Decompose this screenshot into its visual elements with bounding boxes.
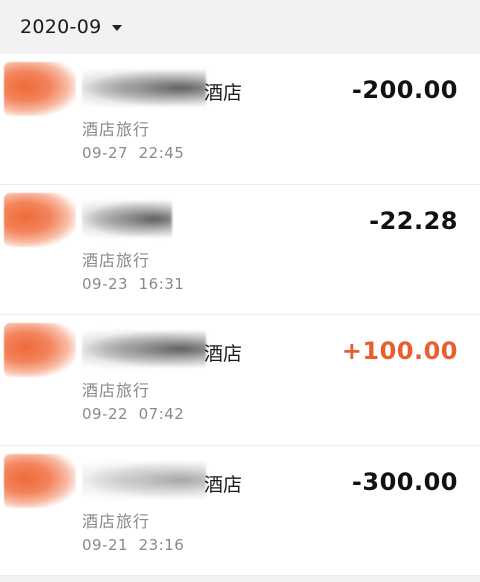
transaction-amount: -200.00 xyxy=(351,76,458,104)
redacted-merchant-name xyxy=(82,460,206,500)
redacted-merchant-name xyxy=(82,329,206,369)
transaction-datetime: 09-21 23:16 xyxy=(82,536,185,554)
merchant-avatar xyxy=(4,454,76,508)
merchant-name-suffix: 酒店 xyxy=(204,474,243,496)
merchant-avatar xyxy=(4,323,76,377)
merchant-name-suffix: 酒店 xyxy=(204,343,243,365)
transaction-category: 酒店旅行 xyxy=(82,251,151,270)
transaction-amount: -300.00 xyxy=(351,468,458,496)
merchant-avatar xyxy=(4,193,76,247)
month-selector[interactable]: 2020-09 xyxy=(0,0,480,54)
caret-down-icon xyxy=(111,25,122,31)
transaction-row[interactable]: 酒店 酒店旅行 09-22 07:42 +100.00 xyxy=(0,315,480,446)
transaction-row[interactable]: 酒店 酒店旅行 09-27 22:45 -200.00 xyxy=(0,54,480,185)
month-label: 2020-09 xyxy=(20,16,102,38)
merchant-name-suffix: 酒店 xyxy=(204,82,243,104)
bottom-divider xyxy=(0,576,480,582)
merchant-avatar xyxy=(4,62,76,116)
transaction-datetime: 09-27 22:45 xyxy=(82,144,185,162)
transaction-row[interactable]: 酒店旅行 09-23 16:31 -22.28 xyxy=(0,185,480,315)
transaction-category: 酒店旅行 xyxy=(82,512,151,531)
redacted-merchant-name xyxy=(82,68,206,108)
transaction-datetime: 09-23 16:31 xyxy=(82,275,185,293)
transaction-datetime: 09-22 07:42 xyxy=(82,405,185,423)
transaction-row[interactable]: 酒店 酒店旅行 09-21 23:16 -300.00 xyxy=(0,446,480,576)
redacted-merchant-name xyxy=(82,199,172,239)
transaction-category: 酒店旅行 xyxy=(82,381,151,400)
transaction-category: 酒店旅行 xyxy=(82,120,151,139)
transaction-list: 酒店 酒店旅行 09-27 22:45 -200.00 酒店旅行 09-23 1… xyxy=(0,54,480,576)
transaction-amount: +100.00 xyxy=(341,337,458,365)
transaction-amount: -22.28 xyxy=(369,207,458,235)
